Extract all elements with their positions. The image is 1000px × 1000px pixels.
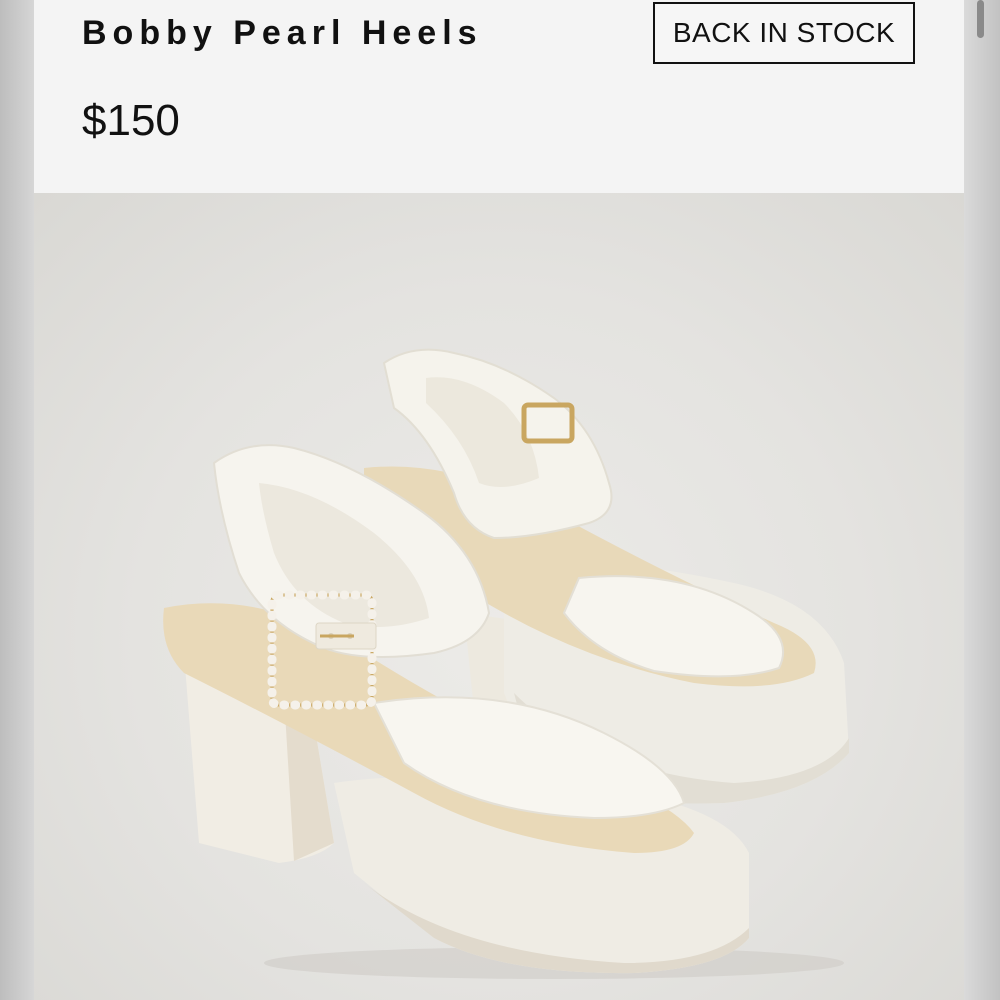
product-title: Bobby Pearl Heels [82, 14, 483, 52]
product-header: Bobby Pearl Heels $150 BACK IN STOCK [34, 0, 964, 193]
scrollbar-thumb[interactable] [977, 0, 984, 38]
product-price: $150 [82, 96, 180, 145]
product-photo[interactable] [34, 193, 964, 1000]
back-in-stock-button[interactable]: BACK IN STOCK [653, 2, 915, 64]
product-panel: Bobby Pearl Heels $150 BACK IN STOCK [34, 0, 964, 1000]
right-edge [964, 0, 1000, 1000]
shoe-illustration [163, 348, 849, 979]
left-edge [0, 0, 34, 1000]
